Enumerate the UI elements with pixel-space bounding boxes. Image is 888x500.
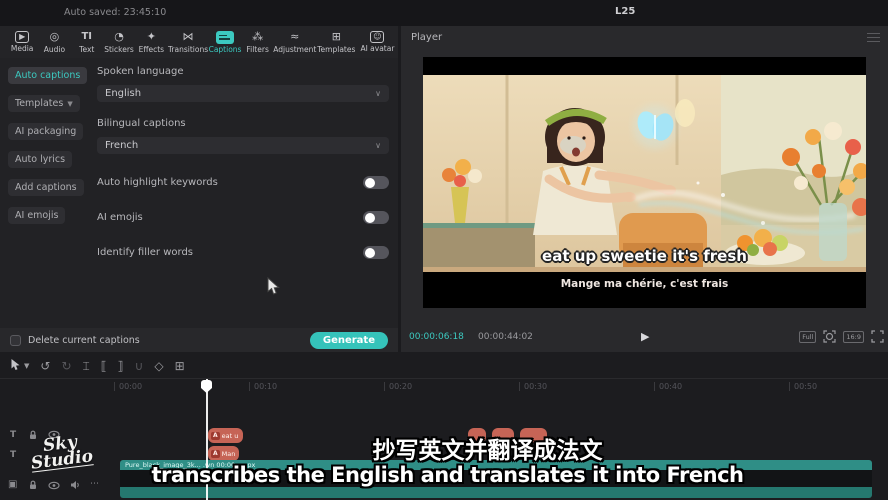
burned-subtitle-chinese: 抄写英文并翻译成法文: [0, 431, 888, 465]
player-title: Player: [411, 32, 442, 43]
delete-right-icon[interactable]: ⟧: [118, 359, 124, 373]
media-icon: ▶: [15, 31, 29, 43]
video-caption-english: eat up sweetie it's fresh: [423, 247, 866, 265]
generate-button[interactable]: Generate: [310, 332, 388, 349]
tab-adjustment[interactable]: ≈ Adjustment: [274, 31, 316, 54]
timeline-toolbar: ▼ ↺ ↻ ⌶ ⟦ ⟧ ∪ ◇ ⊞: [0, 356, 196, 376]
delete-captions-label: Delete current captions: [28, 335, 140, 346]
sidebar-item-ai-emojis[interactable]: AI emojis: [8, 207, 65, 224]
captions-icon: [216, 31, 234, 44]
title-bar: Auto saved: 23:45:10 L25: [0, 0, 888, 26]
select-tool-chevron[interactable]: ▼: [24, 362, 29, 370]
quality-button[interactable]: Full: [799, 331, 816, 343]
audio-icon: ◎: [50, 31, 60, 44]
bilingual-captions-label: Bilingual captions: [97, 118, 389, 129]
play-button[interactable]: ▶: [641, 330, 649, 343]
video-caption-french: Mange ma chérie, c'est frais: [423, 278, 866, 290]
chevron-down-icon: ∨: [375, 141, 381, 150]
player-header: Player: [401, 26, 888, 48]
tab-stickers[interactable]: ◔ Stickers: [103, 31, 135, 54]
filler-words-toggle[interactable]: [363, 246, 389, 259]
sidebar-item-ai-packaging[interactable]: AI packaging: [8, 123, 83, 140]
burned-subtitle-english: transcribes the English and translates i…: [0, 463, 888, 487]
auto-captions-form: Spoken language English ∨ Bilingual capt…: [97, 58, 389, 259]
tab-transitions[interactable]: ⋈ Transitions: [167, 31, 208, 54]
sidebar-item-auto-captions[interactable]: Auto captions: [8, 67, 87, 84]
tab-text[interactable]: TI Text: [71, 31, 103, 54]
total-timecode: 00:00:44:02: [478, 332, 533, 342]
templates-icon: ⊞: [332, 31, 341, 44]
text-icon: TI: [81, 31, 92, 44]
tab-filters[interactable]: ⁂ Filters: [241, 31, 273, 54]
transitions-icon: ⋈: [183, 31, 194, 44]
delete-left-icon[interactable]: ⟦: [101, 359, 107, 373]
capcut-window: Auto saved: 23:45:10 L25 ▶ Media ◎ Audio…: [0, 0, 888, 500]
main-toolbar: ▶ Media ◎ Audio TI Text ◔ Stickers ✦ Eff…: [0, 26, 398, 58]
video-clip-waveform[interactable]: [120, 487, 872, 498]
chevron-down-icon: ∨: [375, 89, 381, 98]
captions-sidebar: Auto captions Templates▼ AI packaging Au…: [8, 63, 88, 231]
auto-highlight-label: Auto highlight keywords: [97, 177, 218, 188]
tab-captions[interactable]: Captions: [209, 31, 242, 54]
undo-icon[interactable]: ↺: [40, 359, 50, 373]
project-title: L25: [615, 6, 635, 17]
tab-effects[interactable]: ✦ Effects: [135, 31, 167, 54]
stickers-icon: ◔: [114, 31, 124, 44]
tab-media[interactable]: ▶ Media: [6, 31, 38, 53]
sidebar-item-auto-lyrics[interactable]: Auto lyrics: [8, 151, 72, 168]
video-still: [423, 75, 866, 272]
sidebar-item-templates[interactable]: Templates▼: [8, 95, 80, 112]
cover-icon[interactable]: ⊞: [175, 359, 185, 373]
video-preview[interactable]: eat up sweetie it's fresh Mange ma chéri…: [423, 57, 866, 308]
split-icon[interactable]: ⌶: [83, 359, 90, 374]
mouse-cursor: [266, 277, 280, 296]
current-timecode: 00:00:06:18: [409, 332, 464, 342]
redo-icon[interactable]: ↻: [61, 359, 71, 373]
panel-footer: Delete current captions Generate: [0, 328, 398, 352]
tab-templates[interactable]: ⊞ Templates: [316, 31, 357, 54]
timeline-ruler[interactable]: 00:00 00:10 00:20 00:30 00:40 00:50: [0, 379, 888, 394]
bilingual-captions-select[interactable]: French ∨: [97, 137, 389, 154]
aspect-ratio-button[interactable]: 16:9: [843, 331, 864, 343]
captions-panel: Auto captions Templates▼ AI packaging Au…: [0, 58, 398, 352]
preview-focus-icon[interactable]: [823, 330, 836, 343]
ai-emojis-toggle[interactable]: [363, 211, 389, 224]
effects-icon: ✦: [147, 31, 156, 44]
fullscreen-icon[interactable]: [871, 330, 884, 343]
autosave-status: Auto saved: 23:45:10: [64, 7, 166, 18]
sidebar-item-add-captions[interactable]: Add captions: [8, 179, 84, 196]
ai-avatar-icon: ☺: [370, 31, 384, 43]
mirror-icon[interactable]: ◇: [154, 359, 163, 373]
spoken-language-select[interactable]: English ∨: [97, 85, 389, 102]
filters-icon: ⁂: [252, 31, 263, 44]
spoken-language-label: Spoken language: [97, 66, 389, 77]
player-controls: 00:00:06:18 00:00:44:02 ▶ Full 16:9: [401, 328, 888, 346]
auto-highlight-toggle[interactable]: [363, 176, 389, 189]
tab-ai-avatar[interactable]: ☺ AI avatar: [357, 31, 398, 53]
select-tool[interactable]: [10, 358, 21, 374]
adjustment-icon: ≈: [290, 31, 299, 44]
magnet-icon[interactable]: ∪: [135, 359, 144, 373]
player-panel: Player: [401, 26, 888, 352]
filler-words-label: Identify filler words: [97, 247, 193, 258]
delete-captions-checkbox[interactable]: [10, 335, 21, 346]
ai-emojis-label: AI emojis: [97, 212, 143, 223]
player-menu-icon[interactable]: [867, 33, 880, 45]
chevron-down-icon: ▼: [67, 100, 72, 108]
tab-audio[interactable]: ◎ Audio: [38, 31, 70, 54]
